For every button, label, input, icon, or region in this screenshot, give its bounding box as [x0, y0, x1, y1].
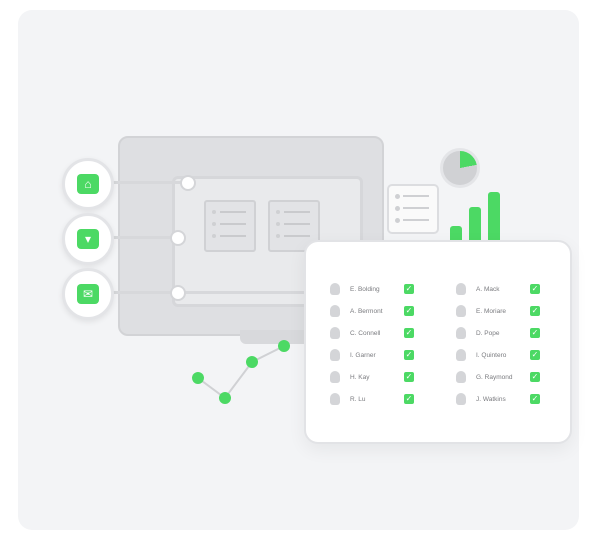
avatar [456, 283, 466, 295]
list-item: H. Kay ✓ [330, 370, 414, 384]
checkbox-checked-icon[interactable]: ✓ [404, 284, 414, 294]
screen-list-panel [204, 200, 256, 252]
list-item: R. Lu ✓ [330, 392, 414, 406]
avatar [456, 393, 466, 405]
checkbox-checked-icon[interactable]: ✓ [530, 394, 540, 404]
list-item: C. Connell ✓ [330, 326, 414, 340]
employee-name: G. Raymond [476, 373, 513, 381]
line-graph-icon [192, 340, 290, 404]
pie-chart-icon [440, 148, 480, 188]
employee-name: E. Moriare [476, 307, 506, 315]
checkbox-checked-icon[interactable]: ✓ [530, 284, 540, 294]
graph-point [192, 372, 204, 384]
avatar [330, 327, 340, 339]
avatar [330, 305, 340, 317]
email-feature[interactable]: ✉ [62, 268, 114, 320]
employee-name: I. Quintero [476, 351, 507, 359]
connector-dot [170, 230, 186, 246]
avatar [330, 393, 340, 405]
graph-point [246, 356, 258, 368]
graph-point [278, 340, 290, 352]
list-item: I. Quintero ✓ [456, 348, 540, 362]
list-item: E. Bolding ✓ [330, 282, 414, 296]
employee-name: D. Pope [476, 329, 500, 337]
employee-name: C. Connell [350, 329, 381, 337]
list-item: A. Mack ✓ [456, 282, 540, 296]
avatar [330, 283, 340, 295]
security-feature[interactable]: ⌂ [62, 158, 114, 210]
lock-icon: ⌂ [77, 174, 99, 194]
employee-name: E. Bolding [350, 285, 380, 293]
connector-line [108, 291, 308, 294]
avatar [456, 327, 466, 339]
graph-point [219, 392, 231, 404]
checkbox-checked-icon[interactable]: ✓ [404, 306, 414, 316]
employee-name: R. Lu [350, 395, 366, 403]
employee-name: A. Mack [476, 285, 500, 293]
employee-name: A. Bermont [350, 307, 383, 315]
list-item: G. Raymond ✓ [456, 370, 540, 384]
checkbox-checked-icon[interactable]: ✓ [404, 350, 414, 360]
list-item: J. Watkins ✓ [456, 392, 540, 406]
avatar [456, 305, 466, 317]
avatar [330, 349, 340, 361]
avatar [456, 371, 466, 383]
avatar [456, 349, 466, 361]
avatar [330, 371, 340, 383]
connector-dot [170, 285, 186, 301]
connector-line [108, 181, 188, 184]
laptop-icon: ▾ [77, 229, 99, 249]
device-feature[interactable]: ▾ [62, 213, 114, 265]
checkbox-checked-icon[interactable]: ✓ [404, 372, 414, 382]
employee-name: H. Kay [350, 373, 370, 381]
checkbox-checked-icon[interactable]: ✓ [530, 350, 540, 360]
checkbox-checked-icon[interactable]: ✓ [530, 306, 540, 316]
document-icon [387, 184, 439, 234]
list-item: E. Moriare ✓ [456, 304, 540, 318]
checkbox-checked-icon[interactable]: ✓ [530, 328, 540, 338]
checkbox-checked-icon[interactable]: ✓ [530, 372, 540, 382]
attendance-panel: E. Bolding ✓ A. Bermont ✓ C. Connell ✓ I… [304, 240, 572, 444]
checkbox-checked-icon[interactable]: ✓ [404, 328, 414, 338]
list-item: D. Pope ✓ [456, 326, 540, 340]
list-item: I. Garner ✓ [330, 348, 414, 362]
connector-line [108, 236, 178, 239]
checkbox-checked-icon[interactable]: ✓ [404, 394, 414, 404]
connector-dot [180, 175, 196, 191]
employee-name: I. Garner [350, 351, 376, 359]
list-item: A. Bermont ✓ [330, 304, 414, 318]
employee-name: J. Watkins [476, 395, 506, 403]
mail-icon: ✉ [77, 284, 99, 304]
